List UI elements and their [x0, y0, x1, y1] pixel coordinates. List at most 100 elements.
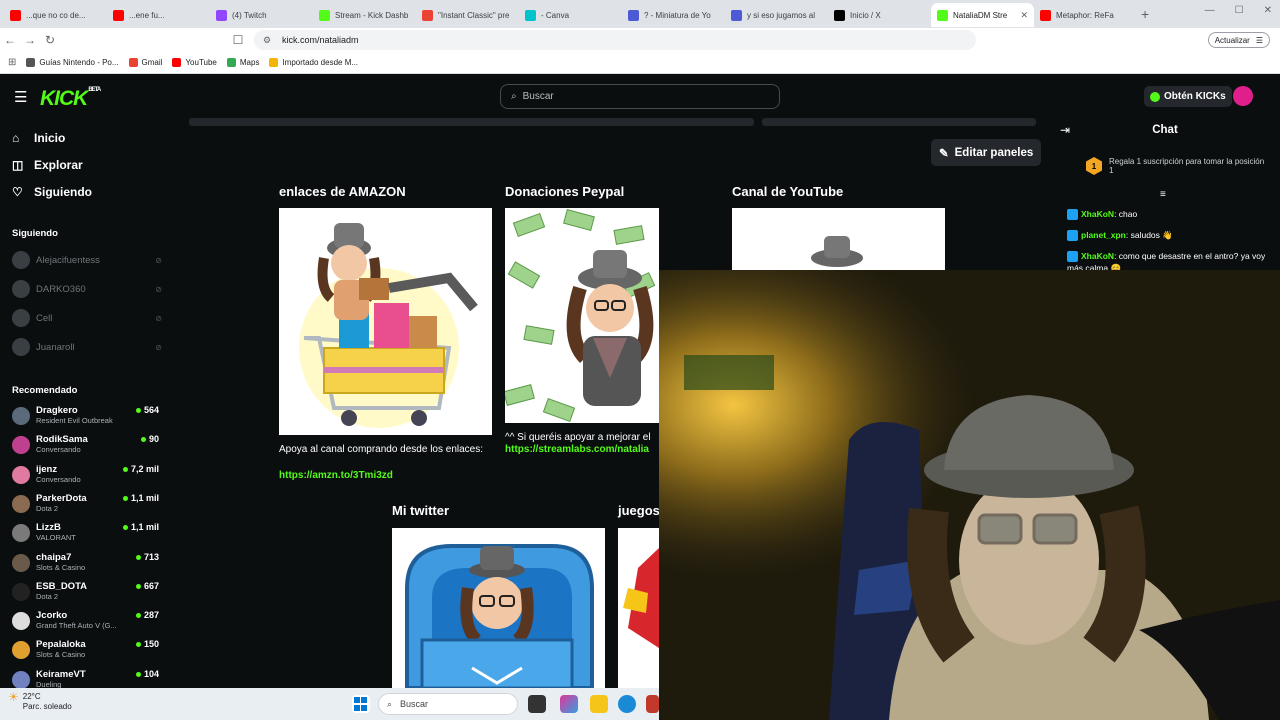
- panel-title: Mi twitter: [392, 503, 450, 518]
- recommended-channel[interactable]: Jcorko Grand Theft Auto V (G... 287: [12, 610, 159, 631]
- bookmark-item[interactable]: YouTube: [172, 58, 217, 67]
- twitter-panel-image[interactable]: [392, 528, 605, 688]
- recommended-channel[interactable]: Dragkero Resident Evil Outbreak 564: [12, 405, 159, 426]
- paypal-panel-image[interactable]: [505, 208, 659, 423]
- nav-item-inicio[interactable]: ⌂ Inicio: [12, 131, 65, 145]
- browser-tab[interactable]: ...ene fu...: [107, 3, 210, 27]
- close-tab-icon[interactable]: ✕: [1020, 10, 1028, 21]
- maximize-icon[interactable]: ☐: [1235, 5, 1244, 16]
- tab-title: ...que no co de...: [26, 10, 86, 20]
- url-field[interactable]: ⚙ kick.com/nataliadm: [254, 30, 976, 50]
- youtube-panel-image[interactable]: [732, 208, 945, 270]
- taskbar-search[interactable]: ⌕ Buscar: [378, 693, 518, 715]
- recommended-channel[interactable]: ESB_DOTA Dota 2 667: [12, 581, 159, 602]
- browser-tab[interactable]: y si eso jugamos al: [725, 3, 828, 27]
- viewer-count-value: 564: [143, 405, 159, 415]
- kick-icon: [319, 9, 330, 21]
- pinned-toggle-icon[interactable]: ≡: [1160, 189, 1166, 200]
- following-channel[interactable]: Juanaroll ⊘: [12, 338, 162, 356]
- recommended-channel[interactable]: chaipa7 Slots & Casino 713: [12, 552, 159, 573]
- bookmark-item[interactable]: Importado desde M...: [269, 58, 358, 67]
- recommended-channel[interactable]: ParkerDota Dota 2 1,1 mil: [12, 493, 159, 514]
- nav-item-explorar[interactable]: ◫ Explorar: [12, 158, 83, 172]
- recommended-channel[interactable]: ijenz Conversando 7,2 mil: [12, 464, 159, 485]
- forward-icon[interactable]: →: [20, 33, 40, 47]
- browser-tab[interactable]: Stream - Kick Dashb: [313, 3, 416, 27]
- bookmark-icon[interactable]: ☐: [228, 33, 248, 47]
- recommended-channel[interactable]: Pepalaloka Slots & Casino 150: [12, 639, 159, 660]
- following-channel[interactable]: DARKO360 ⊘: [12, 280, 162, 298]
- kick-logo[interactable]: KICKBETA: [40, 87, 101, 111]
- browser-tab[interactable]: "Instant Classic" pre: [416, 3, 519, 27]
- live-dot-icon: [122, 495, 128, 501]
- canva-icon: [525, 9, 536, 21]
- following-channel[interactable]: Alejacifuentess ⊘: [12, 251, 162, 269]
- tab-title: ? - Miniatura de Yo: [644, 10, 711, 20]
- browser-tab[interactable]: - Canva: [519, 3, 622, 27]
- reload-icon[interactable]: ↻: [40, 33, 60, 47]
- browser-tab[interactable]: NataliaDM Stre ✕: [931, 3, 1034, 27]
- chat-username[interactable]: XhaKoN: [1081, 209, 1114, 219]
- recommended-channel[interactable]: RodikSama Conversando 90: [12, 434, 159, 455]
- viewer-count: 667: [135, 581, 159, 592]
- weather-widget[interactable]: ☀ 22°C Parc. soleado: [8, 691, 72, 712]
- games-illustration: [623, 548, 659, 648]
- apps-grid-icon[interactable]: ⊞: [8, 57, 16, 68]
- app-icon[interactable]: [646, 695, 659, 713]
- panel-title: enlaces de AMAZON: [279, 184, 406, 199]
- hamburger-menu-icon[interactable]: ☰: [14, 88, 27, 106]
- minimize-icon[interactable]: —: [1205, 5, 1215, 16]
- channel-name: RodikSama: [36, 434, 88, 446]
- viewer-count: 713: [135, 552, 159, 563]
- channel-avatar: [12, 582, 30, 601]
- tab-title: y si eso jugamos al: [747, 10, 816, 20]
- browser-tab[interactable]: Metaphor: ReFa: [1034, 3, 1137, 27]
- tab-title: Stream - Kick Dashb: [335, 10, 409, 20]
- user-avatar[interactable]: [1233, 86, 1253, 106]
- nav-item-siguiendo[interactable]: ♡ Siguiendo: [12, 185, 92, 199]
- panel-link[interactable]: https://streamlabs.com/natalia: [505, 444, 659, 455]
- url-text: kick.com/nataliadm: [282, 35, 359, 45]
- viewer-count: 104: [135, 669, 159, 680]
- chat-username[interactable]: planet_xpn: [1081, 230, 1126, 240]
- panel-link[interactable]: https://amzn.to/3Tmi3zd: [279, 470, 393, 481]
- edge-icon[interactable]: [618, 695, 636, 713]
- loading-bar: [762, 118, 1036, 126]
- chat-title: Chat: [1152, 124, 1178, 136]
- channel-name: Cell: [36, 312, 53, 324]
- back-icon[interactable]: ←: [0, 33, 20, 47]
- games-panel-image[interactable]: [618, 528, 659, 688]
- amazon-panel-image[interactable]: [279, 208, 492, 435]
- task-view-icon[interactable]: [528, 695, 546, 713]
- get-kicks-button[interactable]: Obtén KICKs: [1144, 86, 1232, 107]
- bookmark-item[interactable]: Maps: [226, 58, 259, 67]
- browser-tab[interactable]: ...que no co de...: [4, 3, 107, 27]
- edit-panels-button[interactable]: ✎ Editar paneles: [931, 139, 1042, 166]
- copilot-icon[interactable]: [560, 695, 578, 713]
- chat-username[interactable]: XhaKoN: [1081, 251, 1114, 261]
- bookmark-item[interactable]: Guías Nintendo - Po...: [26, 58, 119, 67]
- recommended-channel[interactable]: KeirameVT Dueling 104: [12, 669, 159, 690]
- file-explorer-icon[interactable]: [590, 695, 608, 713]
- panel-title: Donaciones Peypal: [505, 184, 625, 199]
- menu-icon[interactable]: ☰: [1256, 36, 1263, 45]
- close-window-icon[interactable]: ✕: [1264, 5, 1272, 16]
- new-tab-icon[interactable]: +: [1141, 6, 1161, 22]
- bookmark-item[interactable]: Gmail: [128, 58, 162, 67]
- browser-tab[interactable]: (4) Twitch: [210, 3, 313, 27]
- gift-sub-banner[interactable]: 1 Regala 1 suscripción para tomar la pos…: [1086, 157, 1266, 175]
- viewer-count-value: 1,1 mil: [130, 492, 159, 503]
- channel-category: Resident Evil Outbreak: [36, 416, 113, 425]
- browser-tab[interactable]: ? - Miniatura de Yo: [622, 3, 725, 27]
- channel-category: VALORANT: [36, 533, 76, 543]
- site-settings-icon[interactable]: ⚙: [263, 35, 271, 46]
- tab-title: Inicio / X: [850, 10, 881, 20]
- live-dot-icon: [135, 583, 141, 589]
- browser-tab[interactable]: Inicio / X: [828, 3, 931, 27]
- following-channel[interactable]: Cell ⊘: [12, 309, 162, 327]
- viewer-count: 7,2 mil: [122, 464, 159, 475]
- start-button-icon[interactable]: [352, 695, 370, 713]
- search-input[interactable]: ⌕ Buscar: [500, 84, 780, 109]
- update-button[interactable]: Actualizar ☰: [1207, 32, 1270, 48]
- recommended-channel[interactable]: LizzB VALORANT 1,1 mil: [12, 522, 159, 543]
